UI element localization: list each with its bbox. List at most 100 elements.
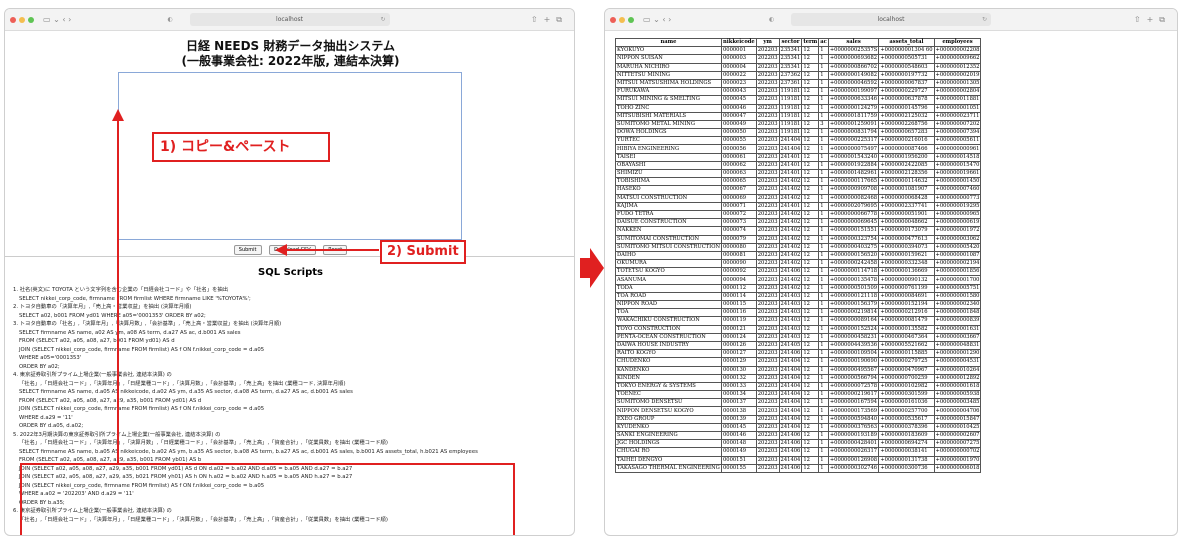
table-cell: 235341 <box>778 46 803 56</box>
table-cell: +0000001482961 <box>827 168 880 179</box>
table-cell: +0000000594840 <box>827 414 880 424</box>
divider <box>5 256 574 257</box>
submit-button[interactable]: Submit <box>233 245 262 255</box>
table-cell: 12 <box>801 177 820 187</box>
table-cell: 0000138 <box>720 406 757 416</box>
table-row: SUMITOMO METAL MINING 0000049 202203 119181… <box>615 119 982 130</box>
table-row: NIPPON DENSETSU KOGYO 0000138 202203 241404… <box>615 406 982 416</box>
table-cell: 1 <box>818 463 829 473</box>
table-cell: 1 <box>818 152 829 162</box>
table-cell: 241402 <box>778 259 803 269</box>
table-cell: 202203 <box>755 177 780 187</box>
table-cell: 1 <box>818 283 829 293</box>
table-cell: +0000000378396 <box>878 422 935 433</box>
table-cell: 1 <box>818 209 829 220</box>
close-window-icon[interactable] <box>610 16 616 23</box>
table-cell: 1 <box>818 332 829 342</box>
sql-line: SELECT a02, b001 FROM yd01 WHERE a05='00… <box>19 312 206 319</box>
table-cell: +0000000242458 <box>827 259 880 269</box>
table-cell: 202203 <box>755 422 780 433</box>
table-cell: 1 <box>818 111 829 121</box>
address-bar[interactable]: ◐ localhost ↻ <box>769 13 991 26</box>
table-cell: MARUHA NICHIRO <box>615 62 722 72</box>
table-cell: +0000000394073 <box>878 242 935 252</box>
column-header: sector <box>778 37 803 48</box>
table-cell: 119181 <box>778 119 803 130</box>
table-cell: +000000007275 <box>933 439 982 449</box>
maximize-window-icon[interactable] <box>628 16 634 23</box>
table-cell: 241402 <box>778 193 803 203</box>
table-cell: 202203 <box>755 365 780 375</box>
address-bar[interactable]: ◐ localhost ↻ <box>168 13 390 26</box>
table-cell: +000000002607 <box>933 430 982 441</box>
table-cell: +0000000048662 <box>878 218 935 228</box>
close-window-icon[interactable] <box>10 16 16 23</box>
table-cell: 202203 <box>755 414 780 424</box>
table-cell: 12 <box>801 119 820 130</box>
minimize-window-icon[interactable] <box>619 16 625 23</box>
table-cell: 241403 <box>778 308 803 318</box>
column-header: term <box>801 37 820 48</box>
table-cell: 0000080 <box>720 242 757 252</box>
table-cell: 3 <box>818 119 829 130</box>
table-cell: 1 <box>818 193 829 203</box>
table-cell: 12 <box>801 430 820 441</box>
table-cell: 0000127 <box>720 349 757 359</box>
table-cell: 202203 <box>755 209 780 220</box>
table-cell: 1 <box>818 316 829 326</box>
table-cell: +0000000657283 <box>878 128 935 138</box>
table-cell: 241402 <box>778 185 803 195</box>
table-cell: 12 <box>801 111 820 121</box>
table-row: NITTETSU MINING 0000022 202203 237362 12 1 +00… <box>615 70 982 80</box>
minimize-window-icon[interactable] <box>19 16 25 23</box>
sql-line: 「社名」,「日経会社コード」,「決算年月」,「日経業種コード」,「決算月数」,「… <box>19 380 346 387</box>
table-cell: +0000000167594 <box>827 398 880 408</box>
column-header: assets_total <box>878 37 935 48</box>
table-cell: 12 <box>801 46 820 56</box>
table-cell: +0000000693682 <box>827 54 880 64</box>
table-cell: +000000001305 <box>933 78 982 89</box>
table-cell: 12 <box>801 87 820 97</box>
table-row: TOENEC 0000134 202203 241404 12 1 +00000002196… <box>615 390 982 400</box>
table-cell: +000000011881 <box>933 95 982 105</box>
reload-icon[interactable]: ↻ <box>380 13 385 26</box>
table-cell: 241403 <box>778 332 803 342</box>
table-cell: 0000121 <box>720 324 757 334</box>
table-cell: +0000005521662 <box>878 340 935 351</box>
table-cell: 202203 <box>755 259 780 269</box>
table-cell: 0000062 <box>720 160 757 171</box>
table-row: TODA 0000112 202203 241402 12 1 +0000000501509… <box>615 283 982 293</box>
share-icon[interactable]: ⇧+⧉ <box>1134 15 1171 25</box>
table-row: NIPPON ROAD 0000115 202203 241403 12 1 +000000… <box>615 299 982 310</box>
sidebar-icon[interactable]: ▭ ⌄ ‹ › <box>643 15 671 24</box>
table-row: CHUGAI RO 0000149 202203 241406 12 1 +00000000… <box>615 447 982 457</box>
table-cell: 12 <box>801 168 820 179</box>
table-cell: +000000002340 <box>933 299 982 310</box>
table-row: SHIMIZU 0000063 202203 241401 12 1 +0000001482… <box>615 168 982 179</box>
reload-icon[interactable]: ↻ <box>982 13 987 26</box>
table-cell: 202203 <box>755 95 780 105</box>
table-row: CHUDENKO 0000129 202203 241404 12 1 +000000019… <box>615 357 982 367</box>
maximize-window-icon[interactable] <box>28 16 34 23</box>
sql-line: 5. 2022年3月期決算の東京証券取引所プライム上場企業(一般事業会社, 連結… <box>13 431 221 438</box>
table-cell: +000000000773 <box>933 193 982 203</box>
table-cell: 202203 <box>755 218 780 228</box>
sidebar-icon[interactable]: ▭ ⌄ ‹ › <box>43 15 71 24</box>
table-cell: 0000046 <box>720 103 757 113</box>
table-row: DAIWA HOUSE INDUSTRY 0000126 202203 241405 1… <box>615 340 982 351</box>
table-cell: 12 <box>801 414 820 424</box>
table-cell: 1 <box>818 259 829 269</box>
table-cell: 241403 <box>778 324 803 334</box>
table-cell: TOA ROAD <box>615 291 722 302</box>
table-cell: +000000005751 <box>933 283 982 293</box>
table-cell: FURUKAWA <box>615 87 722 97</box>
table-cell: +000000001700 <box>933 275 982 285</box>
table-row: DAIHO 0000081 202203 241402 12 1 +000000015652… <box>615 250 982 261</box>
table-cell: 241403 <box>778 291 803 302</box>
table-cell: 0000132 <box>720 373 757 383</box>
table-cell: 202203 <box>755 119 780 130</box>
table-row: TAKASAGO THERMAL ENGINEERING 0000155 20220… <box>615 463 982 473</box>
share-icon[interactable]: ⇧+⧉ <box>531 15 568 25</box>
table-cell: +0000000866702 <box>827 62 880 72</box>
column-header: ac <box>818 37 829 48</box>
